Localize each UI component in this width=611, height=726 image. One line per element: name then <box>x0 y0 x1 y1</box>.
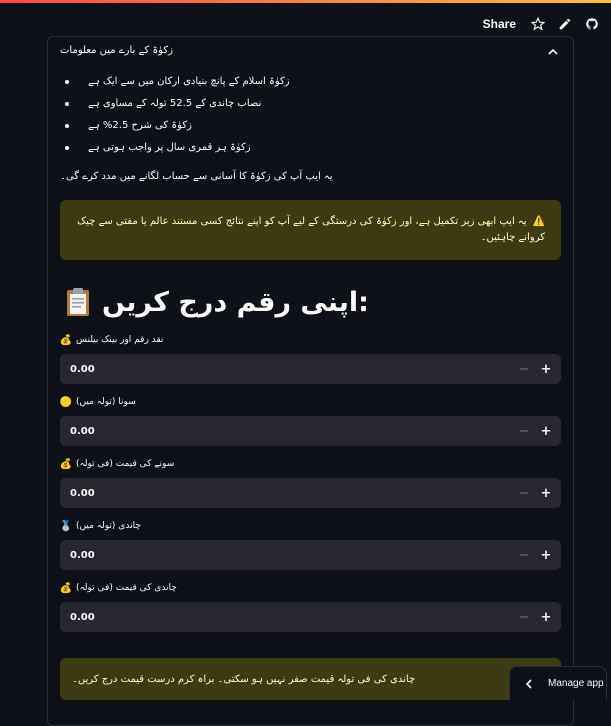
manage-app-label: Manage app <box>548 678 604 689</box>
list-item: زکوٰۃ کی شرح 2.5% ہے <box>60 115 561 137</box>
list-item: زکوٰۃ اسلام کے پانچ بنیادی ارکان میں سے … <box>60 71 561 93</box>
warning-icon: ⚠️ <box>532 216 545 227</box>
increment-button[interactable]: + <box>535 354 557 384</box>
decrement-button[interactable]: − <box>513 540 535 570</box>
number-input-row: − + <box>60 540 561 570</box>
increment-button[interactable]: + <box>535 416 557 446</box>
chevron-left-icon <box>525 678 532 689</box>
number-input-row: − + <box>60 478 561 508</box>
money-bag-icon: 💰 <box>59 334 73 346</box>
pencil-icon[interactable] <box>557 16 573 32</box>
gold-price-input[interactable] <box>60 486 472 500</box>
decrement-button[interactable]: − <box>513 354 535 384</box>
page-title: :اپنی رقم درج کریں <box>102 286 369 318</box>
silver-field: 🥈چاندی (تولہ میں) − + <box>60 518 561 570</box>
money-bag-icon: 💰 <box>59 458 73 470</box>
silver-price-warning: چاندی کی فی تولہ قیمت صفر نہیں ہو سکتی۔ … <box>60 658 561 700</box>
silver-price-field: 💰چاندی کی قیمت (فی تولہ) − + <box>60 580 561 632</box>
field-label: چاندی (تولہ میں) <box>76 521 141 531</box>
star-icon[interactable] <box>530 16 546 32</box>
list-item: زکوٰۃ ہر قمری سال پر واجب ہوتی ہے <box>60 137 561 159</box>
chevron-up-icon[interactable] <box>547 46 559 58</box>
share-button[interactable]: Share <box>483 17 516 31</box>
cash-field: 💰نقد رقم اور بینک بیلنس − + <box>60 332 561 384</box>
field-label: سونے کی قیمت (فی تولہ) <box>76 459 175 469</box>
top-accent-bar <box>0 0 611 3</box>
gold-price-field: 💰سونے کی قیمت (فی تولہ) − + <box>60 456 561 508</box>
number-input-row: − + <box>60 602 561 632</box>
github-icon[interactable] <box>584 16 600 32</box>
gold-field: 🟡سونا (تولہ میں) − + <box>60 394 561 446</box>
work-in-progress-warning: ⚠️یہ ایپ ابھی زیر تکمیل ہے، اور زکوٰۃ کی… <box>60 200 561 260</box>
intro-text: یہ ایپ آپ کی زکوٰۃ کا آسانی سے حساب لگان… <box>60 171 333 182</box>
app-toolbar: Share <box>483 14 611 34</box>
silver-price-input[interactable] <box>60 610 472 624</box>
expander-title: زکوٰۃ کے بارے میں معلومات <box>60 45 173 56</box>
increment-button[interactable]: + <box>535 540 557 570</box>
expander-header[interactable]: زکوٰۃ کے بارے میں معلومات <box>48 37 573 67</box>
field-label: سونا (تولہ میں) <box>76 397 136 407</box>
zakat-info-expander: زکوٰۃ کے بارے میں معلومات زکوٰۃ اسلام کے… <box>47 36 574 726</box>
list-item: نصاب چاندی کے 52.5 تولہ کے مساوی ہے <box>60 93 561 115</box>
silver-input[interactable] <box>60 548 472 562</box>
manage-app-button[interactable]: Manage app <box>509 666 607 700</box>
decrement-button[interactable]: − <box>513 416 535 446</box>
cash-input[interactable] <box>60 362 472 376</box>
warning-text: یہ ایپ ابھی زیر تکمیل ہے، اور زکوٰۃ کی د… <box>77 216 545 243</box>
expander-body: زکوٰۃ اسلام کے پانچ بنیادی ارکان میں سے … <box>60 71 561 700</box>
field-label: چاندی کی قیمت (فی تولہ) <box>76 583 177 593</box>
increment-button[interactable]: + <box>535 602 557 632</box>
enter-amount-heading: :اپنی رقم درج کریں <box>60 282 561 322</box>
increment-button[interactable]: + <box>535 478 557 508</box>
zakat-facts-list: زکوٰۃ اسلام کے پانچ بنیادی ارکان میں سے … <box>60 71 561 159</box>
decrement-button[interactable]: − <box>513 602 535 632</box>
number-input-row: − + <box>60 416 561 446</box>
gold-coin-icon: 🟡 <box>59 396 73 408</box>
clipboard-icon <box>66 287 90 317</box>
number-input-row: − + <box>60 354 561 384</box>
money-bag-icon: 💰 <box>59 582 73 594</box>
field-label: نقد رقم اور بینک بیلنس <box>76 335 164 345</box>
gold-input[interactable] <box>60 424 472 438</box>
silver-medal-icon: 🥈 <box>59 520 73 532</box>
decrement-button[interactable]: − <box>513 478 535 508</box>
